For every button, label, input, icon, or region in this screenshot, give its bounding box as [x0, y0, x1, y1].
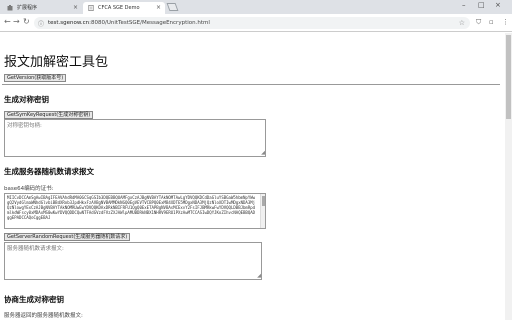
page-content: 报文加解密工具包 GetVersion(获取版本号) 生成对称密钥 GetSym…	[0, 33, 505, 320]
divider	[2, 84, 500, 85]
close-icon[interactable]: ×	[73, 2, 78, 14]
close-icon[interactable]: ×	[156, 2, 161, 14]
section-title-server-random: 生成服务器随机数请求报文	[4, 167, 94, 176]
cert-label: base64编码的证书:	[4, 186, 54, 192]
server-random-request-textarea[interactable]: 服务器随机数请求报文: ◢	[4, 242, 262, 280]
tab-extensions[interactable]: 扩展程序 ×	[2, 2, 82, 14]
menu-icon[interactable]: ⋮	[502, 17, 509, 27]
get-server-random-button[interactable]: GetServerRandomRequest(生成服务器随机数请求)	[4, 233, 131, 241]
tab-label: CFCA SGE Demo	[98, 5, 140, 11]
get-sym-key-button[interactable]: GetSymKeyRequest(生成对称密钥)	[4, 111, 94, 119]
textarea-placeholder: 服务器随机数请求报文:	[7, 246, 64, 252]
textarea-scrollbar[interactable]	[260, 194, 265, 228]
close-window-icon[interactable]: ×	[495, 1, 501, 9]
resize-handle-icon[interactable]: ◢	[257, 274, 261, 279]
maximize-icon[interactable]: □	[478, 1, 485, 9]
page-title: 报文加解密工具包	[4, 55, 109, 70]
section-title-negotiate-key: 协商生成对称密钥	[4, 295, 64, 304]
tab-label: 扩展程序	[17, 5, 38, 11]
page-icon	[88, 5, 94, 11]
browser-toolbar: ← → ↻ ⓘ test.sgenow.cn:8080/UnitTestSGE/…	[0, 14, 512, 32]
minimize-icon[interactable]: –	[462, 1, 466, 9]
forward-arrow-icon[interactable]: →	[13, 17, 20, 27]
cert-value: MIICvDCCAmSgAwIBAgIFEAVAhdRdMA0GCSqGSIb3…	[7, 195, 256, 220]
scrollbar-thumb[interactable]	[506, 35, 511, 119]
reload-icon[interactable]: ↻	[23, 17, 30, 27]
puzzle-icon	[7, 5, 13, 11]
server-random-response-label: 服务器返回的服务器随机数报文:	[4, 313, 83, 319]
extension-icon[interactable]: ▫	[489, 17, 494, 27]
get-version-button[interactable]: GetVersion(获取版本号)	[4, 74, 67, 82]
resize-handle-icon[interactable]: ◢	[261, 151, 265, 156]
tab-cfca-demo[interactable]: CFCA SGE Demo ×	[83, 2, 165, 14]
back-arrow-icon[interactable]: ←	[4, 17, 11, 27]
section-title-sym-key: 生成对称密钥	[4, 95, 49, 104]
address-bar[interactable]: ⓘ test.sgenow.cn:8080/UnitTestSGE/Messag…	[34, 17, 470, 29]
shield-icon[interactable]: ⛉	[476, 17, 481, 27]
star-icon[interactable]: ☆	[459, 17, 465, 29]
cert-textarea[interactable]: MIICvDCCAmSgAwIBAgIFEAVAhdRdMA0GCSqGSIb3…	[4, 193, 266, 229]
tab-strip: 扩展程序 × CFCA SGE Demo × – □ ×	[0, 0, 512, 14]
sym-key-handle-textarea[interactable]: 对称密钥句柄: ◢	[4, 119, 266, 157]
new-tab-button[interactable]	[166, 3, 179, 11]
page-scrollbar[interactable]	[505, 33, 512, 320]
url-text: test.sgenow.cn:8080/UnitTestSGE/MessageE…	[48, 20, 210, 26]
textarea-placeholder: 对称密钥句柄:	[7, 123, 42, 129]
info-icon[interactable]: ⓘ	[38, 19, 44, 28]
